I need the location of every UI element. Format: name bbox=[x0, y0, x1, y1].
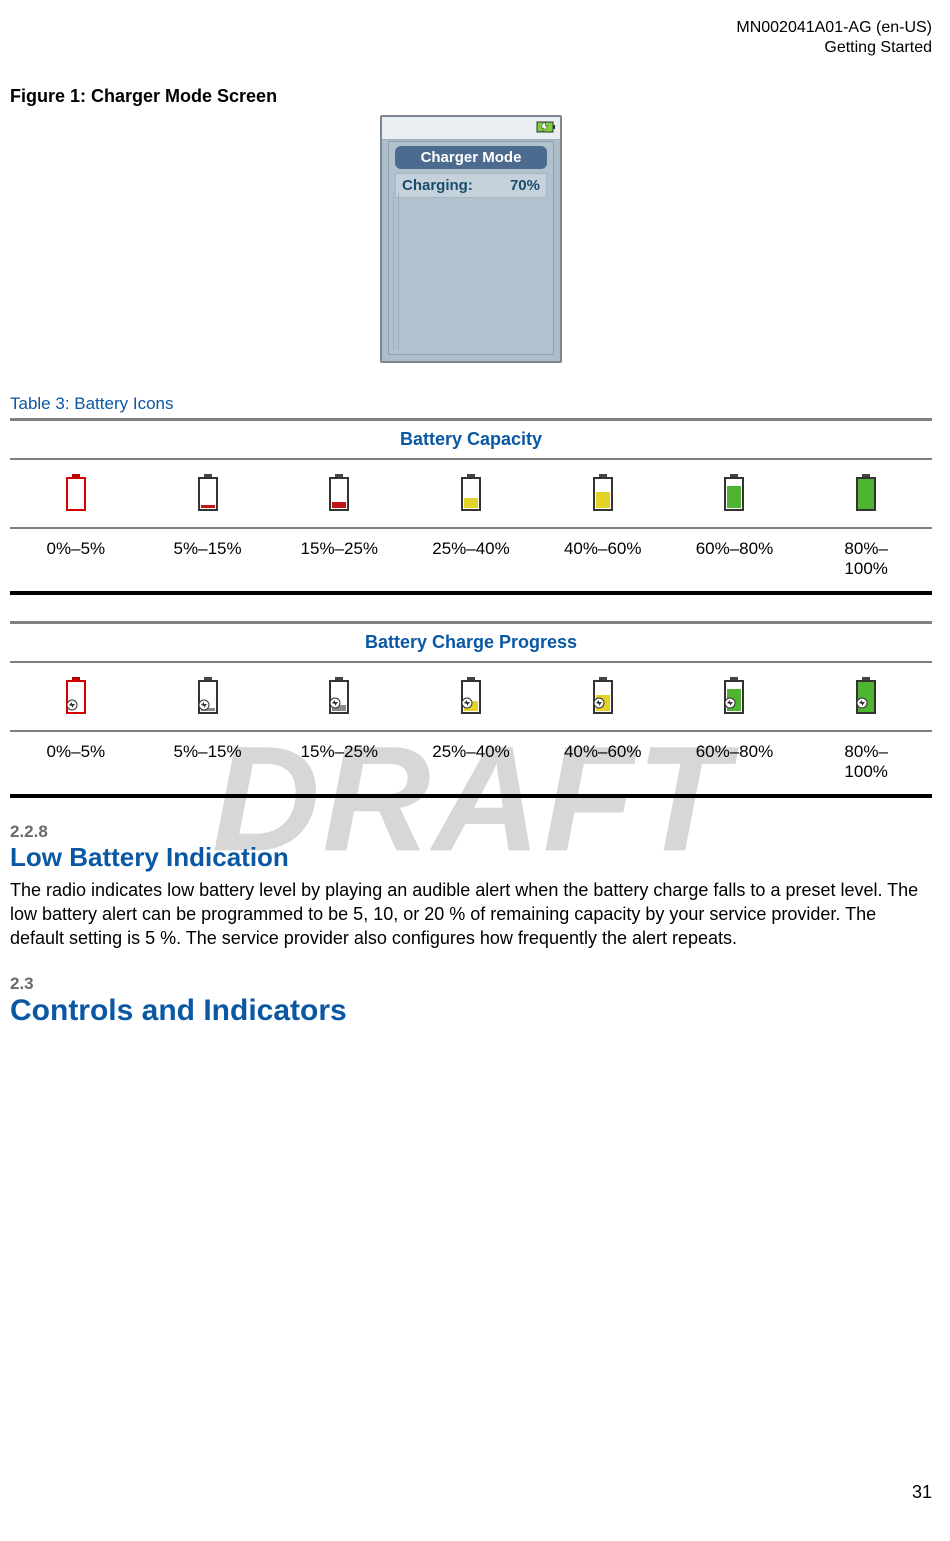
doc-section: Getting Started bbox=[10, 38, 932, 58]
table-row: 0%–5% 5%–15% 15%–25% 25%–40% 40%–60% 60%… bbox=[10, 732, 932, 794]
battery-status-icon bbox=[536, 120, 556, 139]
table-row: 0%–5% 5%–15% 15%–25% 25%–40% 40%–60% 60%… bbox=[10, 529, 932, 591]
battery-charging-icon-5-15 bbox=[142, 663, 274, 730]
range-label: 0%–5% bbox=[10, 732, 142, 794]
table-title: Battery Capacity bbox=[10, 421, 932, 460]
battery-charging-icon-25-40 bbox=[405, 663, 537, 730]
section-title: Low Battery Indication bbox=[10, 842, 932, 873]
battery-charge-progress-table: Battery Charge Progress bbox=[10, 621, 932, 798]
battery-icon-60-80 bbox=[669, 460, 801, 527]
phone-title: Charger Mode bbox=[395, 146, 547, 169]
battery-charging-icon-40-60 bbox=[537, 663, 669, 730]
battery-icon-40-60 bbox=[537, 460, 669, 527]
section-number: 2.3 bbox=[10, 974, 932, 994]
range-label: 80%– 100% bbox=[800, 732, 932, 794]
battery-charging-icon-15-25 bbox=[273, 663, 405, 730]
section-title: Controls and Indicators bbox=[10, 994, 932, 1028]
figure-caption: Figure 1: Charger Mode Screen bbox=[10, 86, 932, 107]
section-body: The radio indicates low battery level by… bbox=[10, 879, 932, 950]
table-row bbox=[10, 663, 932, 732]
section-number: 2.2.8 bbox=[10, 822, 932, 842]
battery-icon-80-100 bbox=[800, 460, 932, 527]
range-label: 5%–15% bbox=[142, 529, 274, 591]
range-label: 25%–40% bbox=[405, 529, 537, 591]
table3-caption: Table 3: Battery Icons bbox=[10, 394, 932, 414]
battery-capacity-table: Battery Capacity 0 bbox=[10, 418, 932, 595]
doc-id: MN002041A01-AG (en-US) bbox=[10, 18, 932, 38]
battery-icon-25-40 bbox=[405, 460, 537, 527]
range-label: 40%–60% bbox=[537, 529, 669, 591]
range-label: 60%–80% bbox=[669, 732, 801, 794]
battery-icon-5-15 bbox=[142, 460, 274, 527]
page-number: 31 bbox=[10, 1474, 932, 1511]
range-label: 80%– 100% bbox=[800, 529, 932, 591]
range-label: 5%–15% bbox=[142, 732, 274, 794]
battery-charging-icon-0-5 bbox=[10, 663, 142, 730]
range-label: 15%–25% bbox=[273, 529, 405, 591]
battery-icon-15-25 bbox=[273, 460, 405, 527]
phone-row-value: 70% bbox=[510, 177, 540, 194]
range-label: 25%–40% bbox=[405, 732, 537, 794]
phone-row-label: Charging: bbox=[402, 177, 473, 194]
range-label: 40%–60% bbox=[537, 732, 669, 794]
phone-body: Charger Mode Charging: 70% bbox=[388, 141, 554, 355]
battery-charging-icon-60-80 bbox=[669, 663, 801, 730]
battery-charging-icon-80-100 bbox=[800, 663, 932, 730]
table-row bbox=[10, 460, 932, 529]
battery-icon-0-5 bbox=[10, 460, 142, 527]
phone-divider bbox=[393, 192, 399, 350]
phone-statusbar bbox=[382, 117, 560, 140]
charger-mode-screen: Charger Mode Charging: 70% bbox=[380, 115, 562, 363]
phone-charging-row: Charging: 70% bbox=[395, 173, 547, 198]
range-label: 15%–25% bbox=[273, 732, 405, 794]
table-title: Battery Charge Progress bbox=[10, 624, 932, 663]
range-label: 60%–80% bbox=[669, 529, 801, 591]
doc-header: MN002041A01-AG (en-US) Getting Started bbox=[10, 0, 932, 58]
range-label: 0%–5% bbox=[10, 529, 142, 591]
